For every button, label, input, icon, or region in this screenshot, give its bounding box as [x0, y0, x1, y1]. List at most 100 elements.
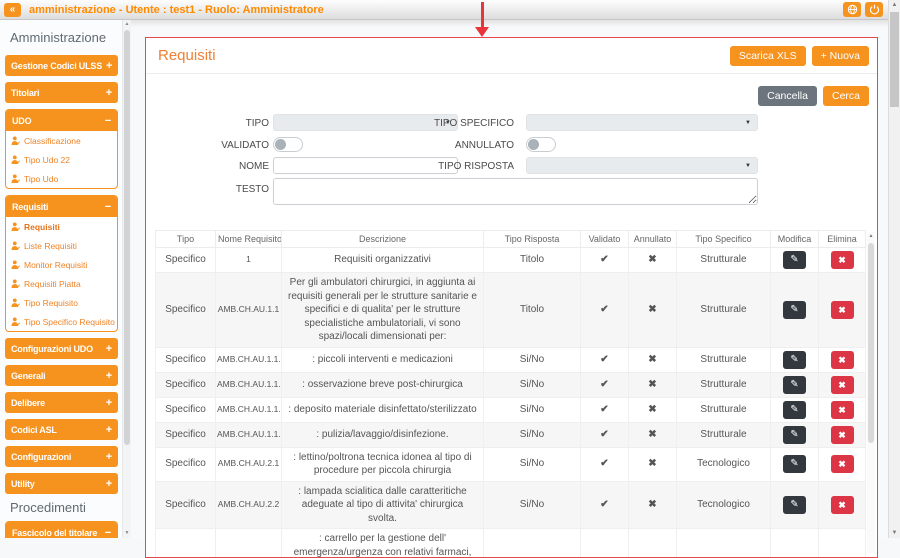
delete-row-button[interactable]: ✖ [831, 401, 854, 419]
sidebar-section-configurazioni[interactable]: Configurazioni+ [5, 446, 118, 467]
download-xls-button[interactable]: Scarica XLS [730, 46, 806, 66]
sidebar-section-utility[interactable]: Utility+ [5, 473, 118, 494]
sidebar-heading-amministrazione: Amministrazione [10, 30, 118, 45]
sidebar-section-wrap: Configurazioni+ [5, 446, 118, 467]
sidebar-item-tipo-udo[interactable]: Tipo Udo [6, 169, 117, 188]
cross-icon: ✖ [629, 397, 677, 422]
edit-icon: ✎ [790, 304, 798, 315]
delete-row-button[interactable]: ✖ [831, 496, 854, 514]
table-row: SpecificoAMB.CH.AU.1.1.4: pulizia/lavagg… [156, 422, 866, 447]
sidebar-section-wrap: Fascicolo del titolare−Presentazione dom… [5, 521, 118, 538]
delete-row-button[interactable]: ✖ [831, 455, 854, 473]
cell-descrizione: : lampada scialitica dalle caratteritich… [282, 481, 484, 529]
edit-row-button[interactable]: ✎ [783, 455, 806, 473]
tipo-specifico-select[interactable]: ▼ [526, 114, 758, 131]
collapse-minus-icon: − [101, 527, 111, 539]
user-icon [11, 241, 20, 251]
sidebar-item-tipo-udo-22[interactable]: Tipo Udo 22 [6, 150, 117, 169]
cell-nome-requisito: AMB.CH.AU.1.1 [216, 273, 282, 348]
cell-tipo-specifico: Strutturale [677, 248, 771, 273]
sidebar-sections-procedimenti: Fascicolo del titolare−Presentazione dom… [5, 521, 118, 538]
tipo-risposta-select[interactable]: ▼ [526, 157, 758, 174]
table-row: SpecificoAMB.CH.AU.1.1Per gli ambulatori… [156, 273, 866, 348]
col-modifica: Modifica [771, 231, 819, 248]
cell-tipo: Specifico [156, 248, 216, 273]
cell-tipo-specifico: Strutturale [677, 422, 771, 447]
scroll-down-icon[interactable]: ▼ [123, 529, 131, 538]
user-icon [11, 298, 20, 308]
sidebar-item-classificazione[interactable]: Classificazione [6, 131, 117, 150]
annullato-toggle[interactable] [526, 137, 556, 152]
edit-row-button[interactable]: ✎ [783, 401, 806, 419]
sidebar-section-wrap: Generali+ [5, 365, 118, 386]
delete-row-button[interactable]: ✖ [831, 251, 854, 269]
edit-row-button[interactable]: ✎ [783, 496, 806, 514]
sidebar-section-gestione-codici-ulss[interactable]: Gestione Codici ULSS+ [5, 55, 118, 76]
cell-tipo: Specifico [156, 397, 216, 422]
tipo-specifico-label: TIPO SPECIFICO [346, 118, 514, 129]
cell-tipo-risposta: Titolo [484, 273, 581, 348]
sidebar-section-generali[interactable]: Generali+ [5, 365, 118, 386]
delete-icon: ✖ [838, 380, 846, 390]
sidebar-item-liste-requisiti[interactable]: Liste Requisiti [6, 236, 117, 255]
cell-tipo: Specifico [156, 447, 216, 481]
scroll-up-icon[interactable]: ▲ [123, 20, 131, 29]
search-button[interactable]: Cerca [823, 86, 869, 106]
testo-textarea[interactable] [273, 178, 758, 205]
edit-icon: ✎ [790, 458, 798, 469]
delete-icon: ✖ [838, 355, 846, 365]
scroll-up-icon[interactable]: ▲ [867, 232, 875, 241]
cell-tipo: Specifico [156, 347, 216, 372]
sidebar-section-wrap: Codici ASL+ [5, 419, 118, 440]
expand-plus-icon: + [102, 370, 112, 382]
page-scrollbar-thumb[interactable] [890, 12, 899, 107]
scroll-down-icon[interactable]: ▼ [889, 528, 900, 538]
sidebar-scrollbar[interactable]: ▲ ▼ [122, 20, 131, 538]
table-scrollbar[interactable]: ▲ [867, 232, 875, 553]
collapse-sidebar-button[interactable]: « [4, 3, 21, 17]
sidebar-item-requisiti-piatta[interactable]: Requisiti Piatta [6, 274, 117, 293]
sidebar-section-requisiti[interactable]: Requisiti− [6, 196, 117, 217]
clear-button[interactable]: Cancella [758, 86, 817, 106]
topbar-actions [843, 2, 883, 17]
cross-icon: ✖ [629, 273, 677, 348]
edit-row-button[interactable]: ✎ [783, 301, 806, 319]
sidebar-section-codici-asl[interactable]: Codici ASL+ [5, 419, 118, 440]
sidebar-item-tipo-specifico-requisito[interactable]: Tipo Specifico Requisito [6, 312, 117, 331]
page-scrollbar[interactable]: ▲ ▼ [888, 0, 900, 538]
table-scrollbar-thumb[interactable] [868, 243, 874, 443]
cell-tipo-risposta: Si/No [484, 529, 581, 558]
delete-row-button[interactable]: ✖ [831, 301, 854, 319]
sidebar-scrollbar-thumb[interactable] [124, 30, 130, 445]
sidebar-item-requisiti[interactable]: Requisiti [6, 217, 117, 236]
app-title: amministrazione - Utente : test1 - Ruolo… [29, 4, 324, 16]
edit-row-button[interactable]: ✎ [783, 351, 806, 369]
sidebar-sections: Gestione Codici ULSS+ Titolari+ UDO−Classi… [5, 55, 118, 494]
logout-button[interactable] [865, 2, 883, 17]
new-button[interactable]: + Nuova [812, 46, 869, 66]
delete-row-button[interactable]: ✖ [831, 351, 854, 369]
check-icon: ✔ [581, 273, 629, 348]
cell-tipo-risposta: Si/No [484, 447, 581, 481]
cell-tipo: Specifico [156, 422, 216, 447]
cross-icon: ✖ [629, 372, 677, 397]
delete-row-button[interactable]: ✖ [831, 426, 854, 444]
edit-row-button[interactable]: ✎ [783, 251, 806, 269]
delete-row-button[interactable]: ✖ [831, 376, 854, 394]
edit-row-button[interactable]: ✎ [783, 426, 806, 444]
validato-toggle[interactable] [273, 137, 303, 152]
sidebar-section-udo[interactable]: UDO− [6, 110, 117, 131]
sidebar-section-fascicolo-del-titolare[interactable]: Fascicolo del titolare− [6, 522, 117, 538]
sidebar-section-configurazioni-udo[interactable]: Configurazioni UDO+ [5, 338, 118, 359]
sidebar-item-monitor-requisiti[interactable]: Monitor Requisiti [6, 255, 117, 274]
edit-row-button[interactable]: ✎ [783, 376, 806, 394]
scroll-up-icon[interactable]: ▲ [889, 0, 900, 10]
table-row: SpecificoAMB.CH.AU.2.2: lampada scialiti… [156, 481, 866, 529]
check-icon: ✔ [581, 529, 629, 558]
sidebar-item-tipo-requisito[interactable]: Tipo Requisito [6, 293, 117, 312]
language-button[interactable] [843, 2, 861, 17]
sidebar-section-wrap: UDO−ClassificazioneTipo Udo 22Tipo Udo [5, 109, 118, 189]
sidebar-section-titolari[interactable]: Titolari+ [5, 82, 118, 103]
cell-tipo-specifico: Tecnologico [677, 447, 771, 481]
sidebar-section-delibere[interactable]: Delibere+ [5, 392, 118, 413]
